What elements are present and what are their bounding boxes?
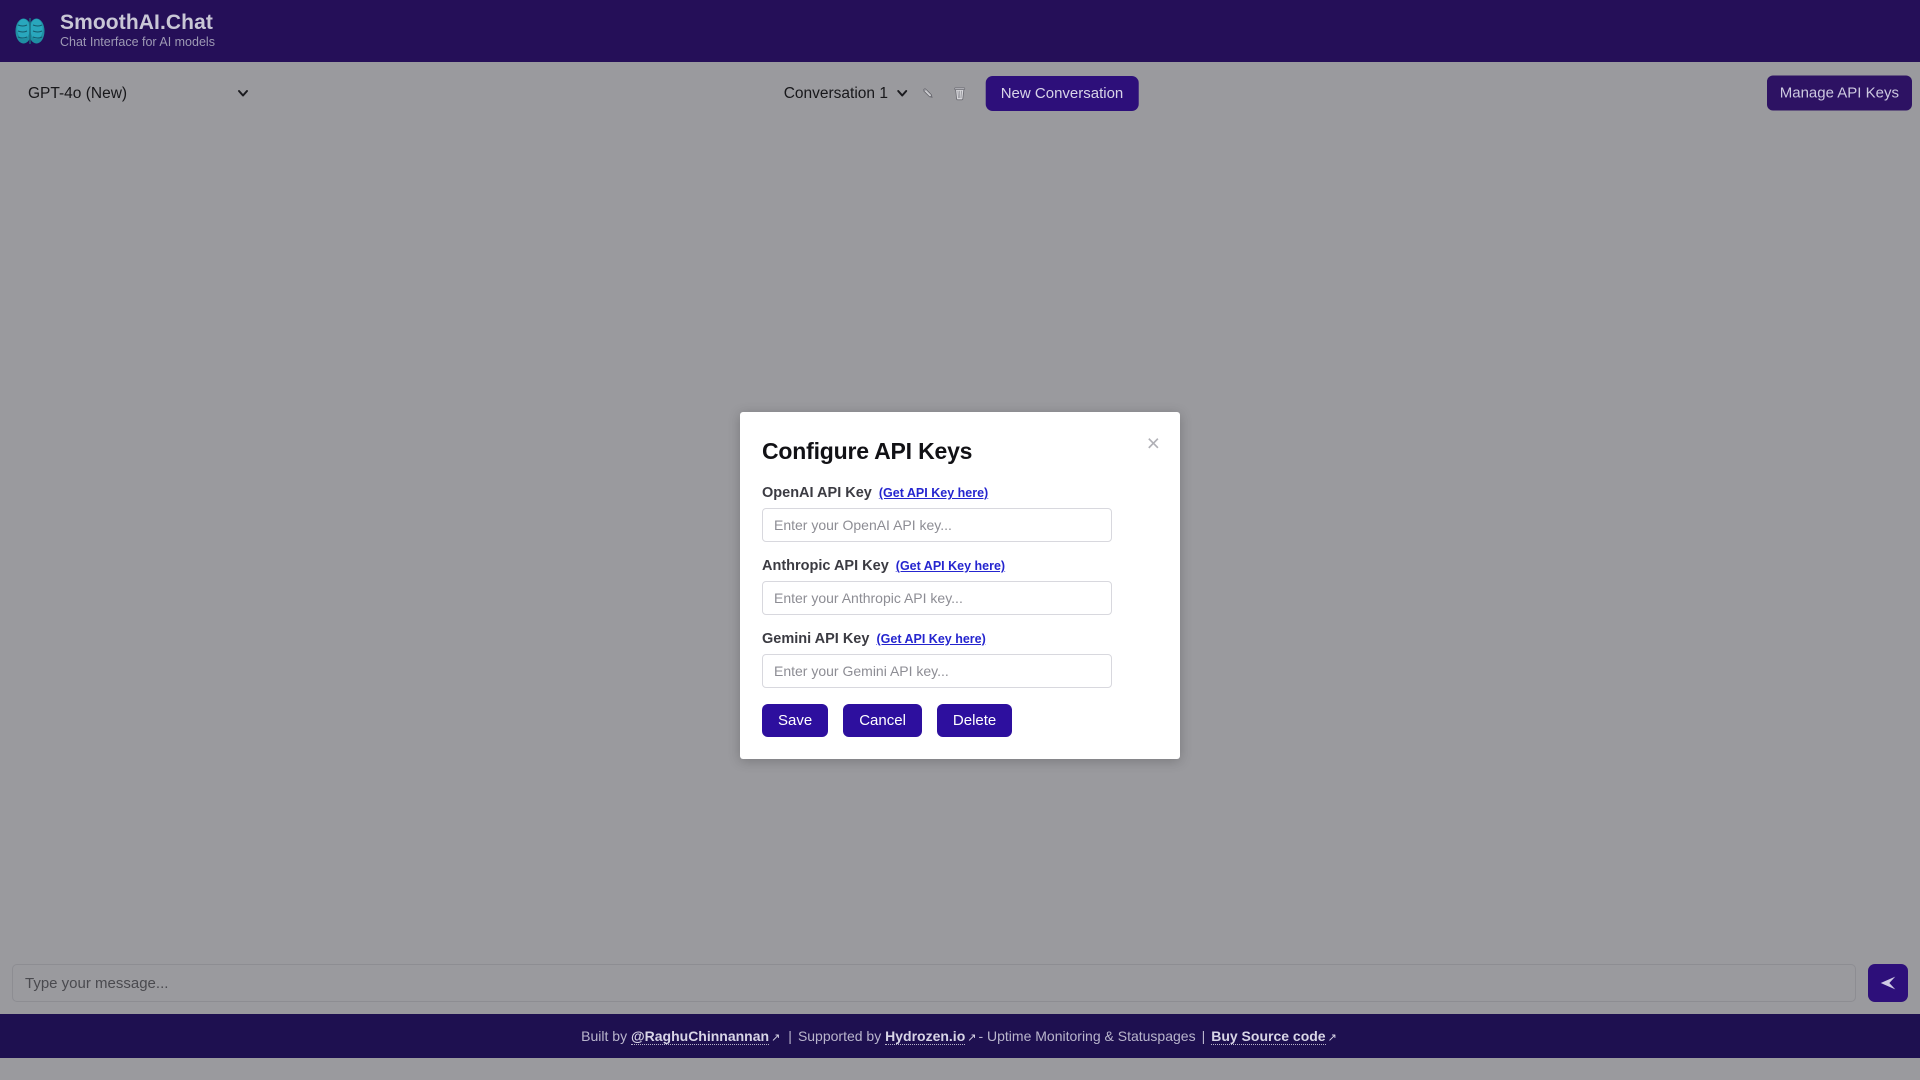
configure-api-keys-modal: × Configure API Keys OpenAI API Key (Get… — [740, 412, 1180, 759]
app-title: SmoothAI.Chat — [60, 10, 213, 34]
gemini-api-key-label: Gemini API Key (Get API Key here) — [762, 631, 1158, 647]
openai-api-key-input[interactable] — [762, 508, 1112, 542]
send-button[interactable] — [1868, 964, 1908, 1002]
gemini-api-key-input[interactable] — [762, 654, 1112, 688]
send-paper-plane-icon — [1880, 976, 1896, 990]
anthropic-api-key-input[interactable] — [762, 581, 1112, 615]
message-composer — [0, 952, 1920, 1014]
app-root: SmoothAI.Chat Chat Interface for AI mode… — [0, 0, 1920, 1080]
brand-text: SmoothAI.Chat Chat Interface for AI mode… — [60, 11, 215, 51]
message-input[interactable] — [12, 964, 1856, 1002]
model-selector[interactable]: GPT-4o (New) — [20, 76, 258, 110]
footer-content: Built by @RaghuChinnannan ↗ | Supported … — [581, 1028, 1339, 1045]
footer-built-by-text: Built by — [581, 1027, 628, 1044]
anthropic-get-key-link[interactable]: (Get API Key here) — [896, 559, 1005, 573]
footer-bottom-spacer — [0, 1058, 1920, 1080]
external-link-icon: ↗ — [967, 1031, 977, 1044]
footer-sponsor-link[interactable]: Hydrozen.io — [885, 1028, 966, 1045]
pencil-icon[interactable] — [913, 78, 944, 108]
external-link-icon: ↗ — [771, 1031, 781, 1044]
openai-get-key-link[interactable]: (Get API Key here) — [879, 486, 988, 500]
cancel-button[interactable]: Cancel — [843, 704, 922, 737]
conversation-select[interactable]: Conversation 1 — [781, 84, 913, 102]
gemini-label-text: Gemini API Key — [762, 631, 870, 647]
model-select[interactable]: GPT-4o (New) — [20, 76, 258, 110]
footer-separator-2: | — [1201, 1027, 1206, 1044]
brain-icon — [12, 13, 48, 49]
openai-label-text: OpenAI API Key — [762, 485, 872, 501]
conversation-controls: Conversation 1 New Conversation — [781, 73, 1139, 113]
brand-header: SmoothAI.Chat Chat Interface for AI mode… — [0, 0, 1920, 62]
page-footer: Built by @RaghuChinnannan ↗ | Supported … — [0, 1014, 1920, 1058]
anthropic-api-key-label: Anthropic API Key (Get API Key here) — [762, 558, 1158, 574]
delete-button[interactable]: Delete — [936, 704, 1013, 737]
footer-source-link[interactable]: Buy Source code — [1211, 1028, 1326, 1045]
footer-separator-1: | — [788, 1027, 792, 1044]
conversation-selector[interactable]: Conversation 1 — [781, 76, 913, 110]
external-link-icon: ↗ — [1327, 1031, 1337, 1044]
save-button[interactable]: Save — [762, 704, 829, 737]
trash-icon[interactable] — [944, 78, 976, 108]
anthropic-label-text: Anthropic API Key — [762, 558, 889, 574]
footer-supported-by-text: Supported by — [797, 1027, 882, 1044]
footer-sponsor-tagline: - Uptime Monitoring & Statuspages — [978, 1027, 1196, 1044]
modal-actions: Save Cancel Delete — [762, 704, 1158, 737]
gemini-get-key-link[interactable]: (Get API Key here) — [876, 632, 985, 646]
close-icon[interactable]: × — [1147, 432, 1160, 455]
toolbar: GPT-4o (New) Conversation 1 New Conversa… — [0, 62, 1920, 124]
modal-overlay: × Configure API Keys OpenAI API Key (Get… — [0, 124, 1920, 952]
footer-author-link[interactable]: @RaghuChinnannan — [630, 1028, 770, 1045]
openai-api-key-label: OpenAI API Key (Get API Key here) — [762, 485, 1158, 501]
modal-title: Configure API Keys — [762, 438, 973, 464]
manage-api-keys-button[interactable]: Manage API Keys — [1766, 75, 1912, 111]
app-subtitle: Chat Interface for AI models — [60, 35, 215, 50]
chat-message-area: × Configure API Keys OpenAI API Key (Get… — [0, 124, 1920, 952]
new-conversation-button[interactable]: New Conversation — [985, 75, 1139, 111]
